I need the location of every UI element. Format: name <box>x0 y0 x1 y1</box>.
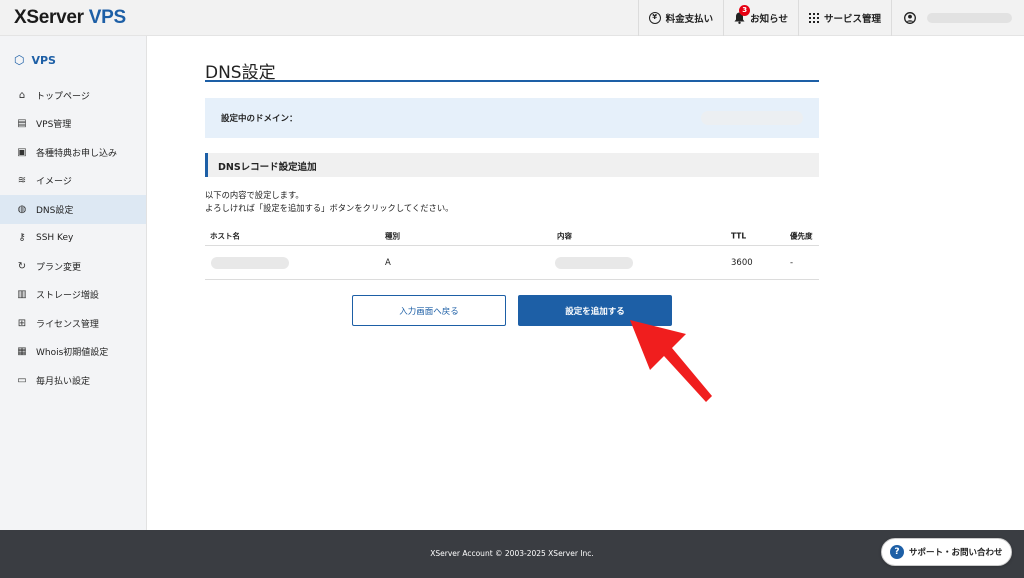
sidebar-item-benefits[interactable]: ▣ 各種特典お申し込み <box>0 138 146 167</box>
sidebar-item-whois[interactable]: ▦ Whois初期値設定 <box>0 338 146 367</box>
title-divider <box>205 80 819 82</box>
table-row: A 3600 - <box>205 246 819 280</box>
sidebar-item-plan[interactable]: ↻ プラン変更 <box>0 252 146 281</box>
sidebar-item-image[interactable]: ≋ イメージ <box>0 167 146 196</box>
domain-label: 設定中のドメイン： <box>221 114 298 124</box>
table-header: ホスト名 種別 内容 TTL 優先度 <box>205 226 819 246</box>
header-nav: ¥ 料金支払い 3 お知らせ サービス管理 <box>637 0 1024 36</box>
description: 以下の内容で設定します。 よろしければ「設定を追加する」ボタンをクリックしてくだ… <box>205 190 454 213</box>
sidebar-item-vps[interactable]: ▤ VPS管理 <box>0 110 146 139</box>
logo[interactable]: XServer VPS <box>14 7 126 29</box>
copyright: XServer Account © 2003-2025 XServer Inc. <box>430 549 594 558</box>
user-name-redacted <box>927 13 1012 23</box>
server-icon: ▤ <box>17 118 27 130</box>
domain-box: 設定中のドメイン： <box>205 98 819 138</box>
sidebar-item-license[interactable]: ⊞ ライセンス管理 <box>0 309 146 338</box>
sidebar-item-dns[interactable]: ◍ DNS設定 <box>0 195 146 224</box>
header-ttl: TTL <box>731 231 747 240</box>
main-content: DNS設定 設定中のドメイン： DNSレコード設定追加 以下の内容で設定します。… <box>147 36 1024 530</box>
notification-badge: 3 <box>739 5 751 16</box>
type-value: A <box>385 257 391 268</box>
back-button[interactable]: 入力画面へ戻る <box>352 295 506 326</box>
content-value-redacted <box>555 256 633 269</box>
header-priority: 優先度 <box>790 231 813 240</box>
dns-record-table: ホスト名 種別 内容 TTL 優先度 A 3600 - <box>205 226 819 280</box>
sidebar-item-monthly[interactable]: ▭ 毎月払い設定 <box>0 366 146 395</box>
nav-service-management[interactable]: サービス管理 <box>797 0 891 36</box>
key-icon: ⚷ <box>18 232 26 244</box>
nav-payment[interactable]: ¥ 料金支払い <box>637 0 724 36</box>
bell-icon: 3 <box>734 5 751 24</box>
grid-icon <box>808 13 819 23</box>
document-icon: ▦ <box>17 346 27 358</box>
top-header: XServer VPS ¥ 料金支払い 3 お知らせ サービス管理 <box>0 0 1024 36</box>
yen-circle-icon: ¥ <box>648 12 661 24</box>
windows-icon: ⊞ <box>17 317 27 329</box>
sidebar-item-top[interactable]: ⌂ トップページ <box>0 81 146 110</box>
gift-icon: ▣ <box>17 146 27 158</box>
nav-user-account[interactable] <box>891 0 1024 36</box>
sidebar-title: ⬡ VPS <box>14 53 56 67</box>
domain-value-redacted <box>701 111 803 125</box>
header-type: 種別 <box>385 231 400 240</box>
host-value-redacted <box>211 256 289 269</box>
support-button[interactable]: ? サポート・お問い合わせ <box>881 538 1012 566</box>
red-arrow-icon <box>630 320 712 402</box>
header-content: 内容 <box>557 231 572 240</box>
home-icon: ⌂ <box>18 89 26 101</box>
sidebar: ⬡ VPS ⌂ トップページ ▤ VPS管理 ▣ 各種特典お申し込み ≋ イメージ ◍ D… <box>0 36 147 530</box>
storage-icon: ▥ <box>17 289 27 301</box>
nav-notifications[interactable]: 3 お知らせ <box>723 0 798 36</box>
globe-icon: ◍ <box>17 203 27 215</box>
card-icon: ▭ <box>17 374 27 386</box>
section-header: DNSレコード設定追加 <box>205 153 819 177</box>
user-icon <box>904 12 916 24</box>
sidebar-item-storage[interactable]: ▥ ストレージ増設 <box>0 281 146 310</box>
footer: XServer Account © 2003-2025 XServer Inc. <box>0 530 1024 578</box>
refresh-icon: ↻ <box>17 260 27 272</box>
header-host: ホスト名 <box>210 231 240 240</box>
layers-icon: ≋ <box>17 175 27 187</box>
ttl-value: 3600 <box>731 257 753 268</box>
question-icon: ? <box>890 545 904 559</box>
cube-icon: ⬡ <box>14 53 25 67</box>
priority-value: - <box>790 257 794 268</box>
sidebar-menu: ⌂ トップページ ▤ VPS管理 ▣ 各種特典お申し込み ≋ イメージ ◍ DNS設定 ⚷… <box>0 81 146 395</box>
sidebar-item-ssh-key[interactable]: ⚷ SSH Key <box>0 224 146 253</box>
